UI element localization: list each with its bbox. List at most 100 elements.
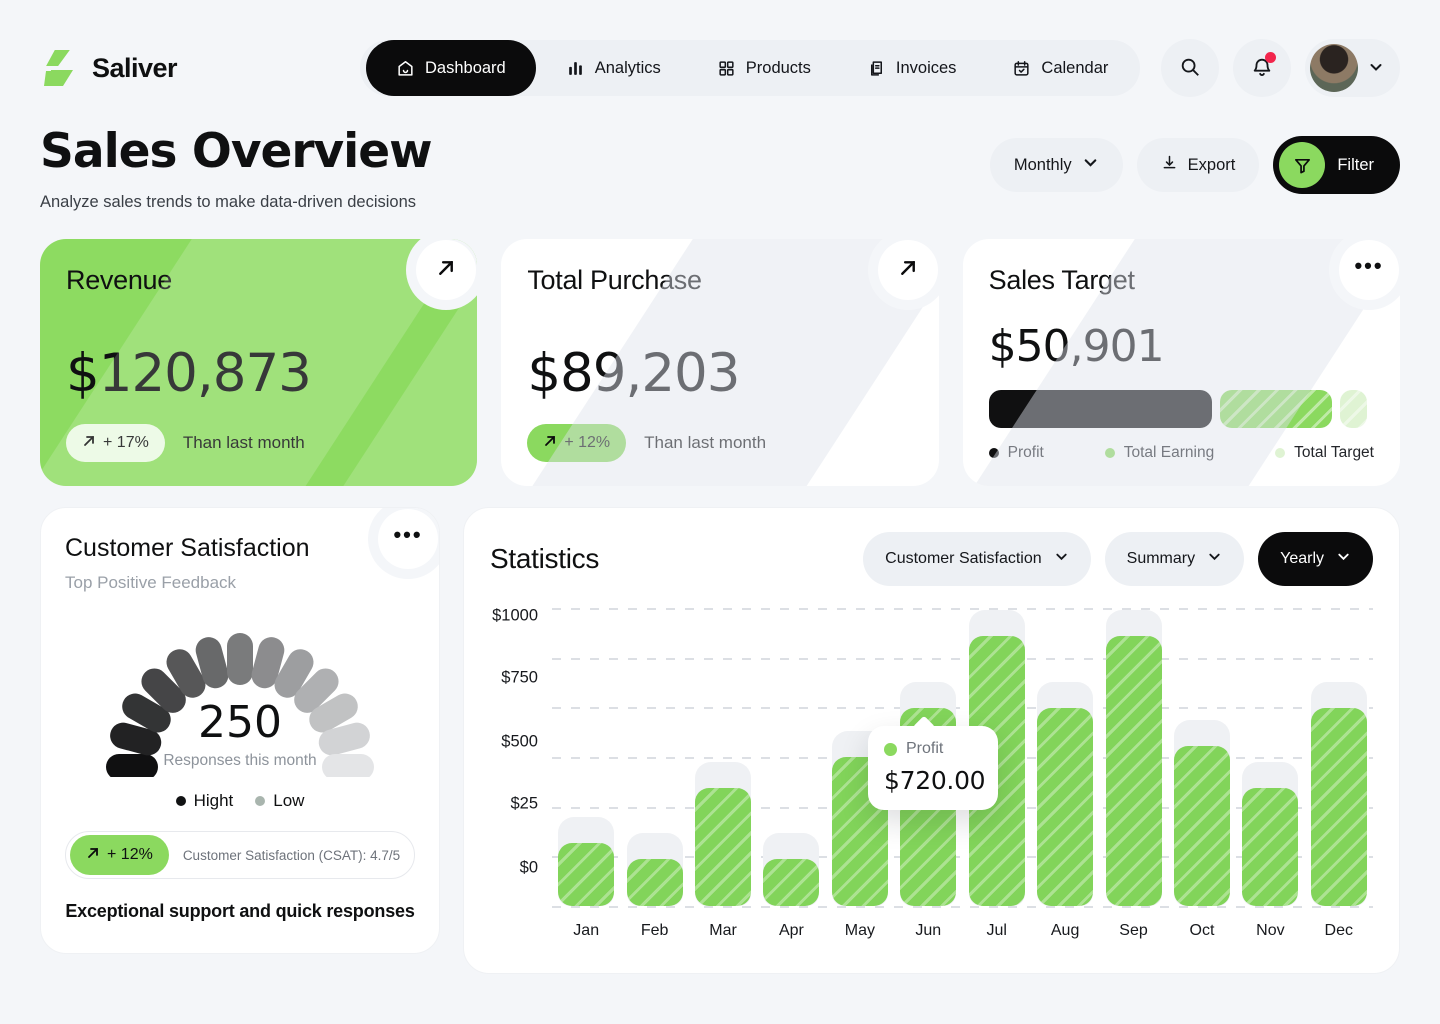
- x-axis-label: Jun: [894, 922, 962, 940]
- bar-column-oct: Oct: [1168, 608, 1236, 940]
- chevron-down-icon: [1368, 59, 1384, 78]
- bar-apr[interactable]: [763, 859, 819, 906]
- x-axis-label: Oct: [1168, 922, 1236, 940]
- bar-column-mar: Mar: [689, 608, 757, 940]
- nav-item-products[interactable]: Products: [691, 40, 837, 96]
- purchase-value: $89,203: [527, 343, 912, 404]
- brand: Saliver: [40, 48, 360, 88]
- calendar-icon: [1012, 59, 1031, 78]
- responses-caption: Responses this month: [75, 752, 405, 770]
- purchase-compare-label: Than last month: [644, 433, 766, 453]
- target-segment-total-target: [1340, 390, 1367, 428]
- mode-select[interactable]: Summary: [1105, 532, 1244, 586]
- filter-label: Filter: [1337, 156, 1374, 175]
- user-menu-button[interactable]: [1305, 39, 1400, 97]
- x-axis-label: Dec: [1305, 922, 1373, 940]
- more-options-button[interactable]: •••: [1339, 240, 1399, 300]
- x-axis-label: May: [826, 922, 894, 940]
- x-axis-label: Jul: [962, 922, 1030, 940]
- bar-jan[interactable]: [558, 843, 614, 906]
- tooltip-value: $720.00: [884, 766, 982, 795]
- bar-column-nov: Nov: [1236, 608, 1304, 940]
- funnel-icon: [1279, 142, 1325, 188]
- period-select[interactable]: Monthly: [990, 138, 1123, 192]
- bar-nov[interactable]: [1242, 788, 1298, 906]
- x-axis-label: Feb: [620, 922, 688, 940]
- notifications-button[interactable]: [1233, 39, 1291, 97]
- chart-tooltip: Profit $720.00: [868, 726, 998, 810]
- saliver-logo-icon: [40, 48, 80, 88]
- metric-select[interactable]: Customer Satisfaction: [863, 532, 1091, 586]
- customer-satisfaction-card: Customer Satisfaction Top Positive Feedb…: [40, 507, 440, 954]
- nav-item-dashboard[interactable]: Dashboard: [366, 40, 536, 96]
- target-progress-bar: [989, 390, 1374, 428]
- bar-sep[interactable]: [1106, 636, 1162, 906]
- arrow-up-right-icon: [436, 258, 456, 283]
- bar-oct[interactable]: [1174, 746, 1230, 906]
- range-select[interactable]: Yearly: [1258, 532, 1373, 586]
- bar-column-apr: Apr: [757, 608, 825, 940]
- bar-column-jan: Jan: [552, 608, 620, 940]
- grid-icon: [717, 59, 736, 78]
- search-icon: [1179, 56, 1201, 81]
- y-axis-label: $500: [501, 733, 538, 752]
- header-controls: Monthly Export Filter: [990, 136, 1400, 194]
- revenue-compare-label: Than last month: [183, 433, 305, 453]
- legend-dot: [176, 796, 186, 806]
- expand-button[interactable]: [416, 240, 476, 300]
- page-subtitle: Analyze sales trends to make data-driven…: [40, 193, 432, 212]
- home-icon: [396, 59, 415, 78]
- bar-aug[interactable]: [1037, 708, 1093, 906]
- y-axis-label: $750: [501, 669, 538, 688]
- statistics-card: Statistics Customer Satisfaction Summary…: [463, 507, 1400, 974]
- legend-dot: [1275, 448, 1285, 458]
- bar-column-dec: Dec: [1305, 608, 1373, 940]
- download-icon: [1161, 154, 1178, 176]
- chevron-down-icon: [1336, 549, 1351, 569]
- purchase-title: Total Purchase: [527, 265, 912, 296]
- search-button[interactable]: [1161, 39, 1219, 97]
- bar-dec[interactable]: [1311, 708, 1367, 906]
- plot-area: JanFebMarAprMayJunJulAugSepOctNovDec Pro…: [552, 608, 1373, 940]
- x-axis-label: Apr: [757, 922, 825, 940]
- target-menu: •••: [1329, 239, 1400, 310]
- gauge-legend: HightLow: [65, 791, 415, 811]
- export-button[interactable]: Export: [1137, 138, 1260, 192]
- satisfaction-title: Customer Satisfaction: [65, 534, 415, 563]
- legend-item: Total Earning: [1105, 444, 1214, 462]
- ellipsis-icon: •••: [1354, 261, 1383, 279]
- ellipsis-icon: •••: [393, 530, 422, 548]
- nav-item-invoices[interactable]: Invoices: [841, 40, 983, 96]
- nav-item-analytics[interactable]: Analytics: [540, 40, 687, 96]
- chevron-down-icon: [1207, 549, 1222, 569]
- gauge-legend-low: Low: [255, 791, 304, 811]
- filter-button[interactable]: Filter: [1273, 136, 1400, 194]
- legend-dot: [255, 796, 265, 806]
- target-value: $50,901: [989, 321, 1374, 372]
- page-header: Sales Overview Analyze sales trends to m…: [0, 96, 1440, 212]
- nav-item-calendar[interactable]: Calendar: [986, 40, 1134, 96]
- bar-column-aug: Aug: [1031, 608, 1099, 940]
- x-axis-label: Sep: [1099, 922, 1167, 940]
- period-select-label: Monthly: [1014, 156, 1072, 175]
- satisfaction-gauge: 250 Responses this month: [75, 599, 405, 777]
- brand-name: Saliver: [92, 53, 177, 84]
- bottom-row: Customer Satisfaction Top Positive Feedb…: [0, 507, 1440, 974]
- bar-mar[interactable]: [695, 788, 751, 906]
- expand-button[interactable]: [878, 240, 938, 300]
- main-nav: DashboardAnalyticsProductsInvoicesCalend…: [360, 40, 1140, 96]
- purchase-delta-badge: + 12%: [527, 424, 626, 462]
- satisfaction-note: Exceptional support and quick responses: [65, 901, 415, 922]
- sales-dashboard: Saliver DashboardAnalyticsProductsInvoic…: [0, 0, 1440, 1024]
- bar-feb[interactable]: [627, 859, 683, 906]
- y-axis-label: $0: [520, 859, 538, 878]
- x-axis-label: Jan: [552, 922, 620, 940]
- analytics-icon: [566, 59, 585, 78]
- responses-value: 250: [75, 697, 405, 748]
- bar-column-sep: Sep: [1099, 608, 1167, 940]
- revenue-card: Revenue $120,873 + 17% Than last month: [40, 239, 477, 486]
- target-segment-profit: [989, 390, 1212, 428]
- legend-dot: [1105, 448, 1115, 458]
- revenue-title: Revenue: [66, 265, 451, 296]
- more-options-button[interactable]: •••: [378, 509, 438, 569]
